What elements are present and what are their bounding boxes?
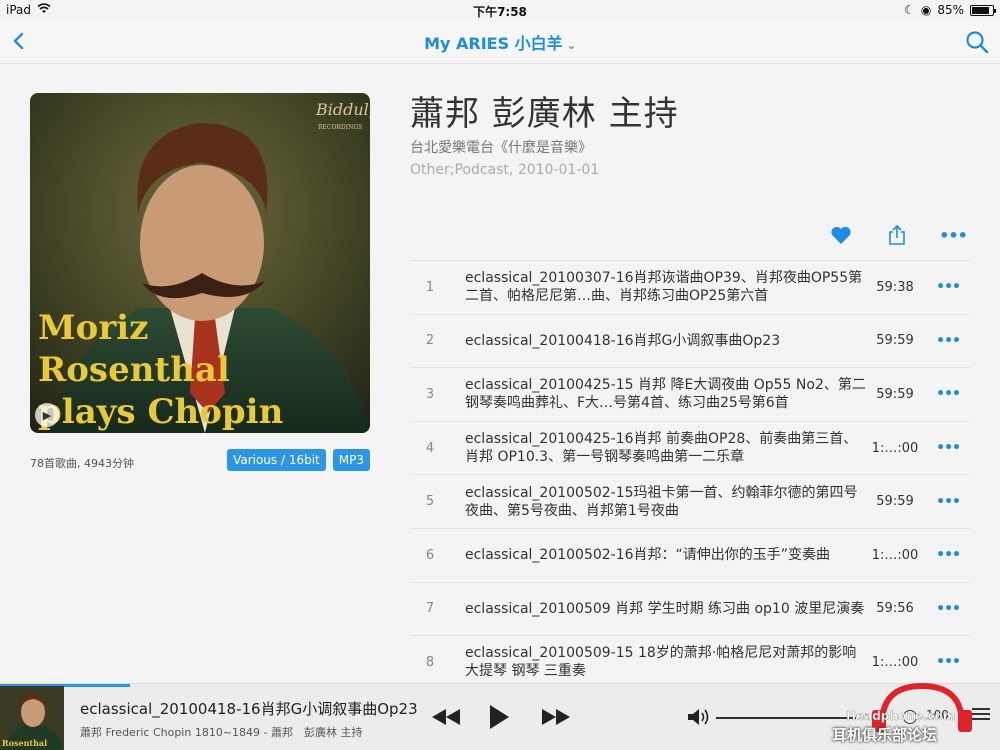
rewind-icon bbox=[432, 709, 460, 725]
share-icon bbox=[889, 224, 905, 245]
format-badges: Various / 16bit MP3 bbox=[227, 449, 370, 471]
nav-bar: My ARIES 小白羊 ⌄ bbox=[0, 20, 1000, 64]
play-icon: ▶ bbox=[42, 408, 52, 422]
label-logo-sub: RECORDINGS bbox=[318, 124, 362, 131]
volume-thumb[interactable] bbox=[903, 710, 917, 724]
track-duration: 59:59 bbox=[876, 386, 914, 402]
cover-line-1: Moriz bbox=[38, 308, 148, 348]
more-icon[interactable]: ••• bbox=[936, 261, 961, 314]
track-duration: 59:59 bbox=[876, 333, 914, 349]
search-button[interactable] bbox=[964, 29, 990, 55]
track-title: eclassical_20100502-15玛祖卡第一首、约翰菲尔德的第四号夜曲… bbox=[465, 484, 858, 519]
track-number: 5 bbox=[425, 494, 435, 510]
next-button[interactable] bbox=[538, 702, 574, 732]
album-artist: 台北愛樂電台《什麼是音樂》 bbox=[410, 140, 592, 156]
svg-text:Rosenthal: Rosenthal bbox=[2, 738, 47, 748]
track-number: 7 bbox=[425, 601, 435, 617]
now-playing-artist: 蕭邦 Frederic Chopin 1810~1849 - 蕭邦 彭廣林 主持 bbox=[80, 726, 363, 739]
more-icon[interactable]: ••• bbox=[936, 583, 961, 636]
more-icon[interactable]: ••• bbox=[936, 422, 961, 475]
heart-icon bbox=[831, 226, 851, 244]
now-playing-title: eclassical_20100418-16肖邦G小调叙事曲Op23 bbox=[80, 700, 418, 718]
volume-slider[interactable] bbox=[716, 717, 856, 719]
track-row[interactable]: 2 eclassical_20100418-16肖邦G小调叙事曲Op23 59:59… bbox=[410, 313, 970, 368]
track-row[interactable]: 5 eclassical_20100502-15玛祖卡第一首、约翰菲尔德的第四号夜… bbox=[410, 474, 970, 528]
volume-value: 100 bbox=[926, 708, 949, 722]
track-title: eclassical_20100509 肖邦 学生时期 练习曲 op10 波里尼… bbox=[465, 600, 865, 617]
track-title: eclassical_20100502-16肖邦：“请伸出你的玉手”变奏曲 bbox=[465, 547, 831, 564]
orientation-lock-icon: ◉ bbox=[920, 3, 932, 17]
watermark-text: 耳机俱乐部论坛 bbox=[832, 726, 938, 744]
label-logo: Biddulph bbox=[315, 100, 370, 119]
track-title: eclassical_20100425-15 肖邦 降E大调夜曲 Op55 No… bbox=[465, 377, 866, 412]
more-icon[interactable]: ••• bbox=[936, 529, 961, 582]
more-icon[interactable]: ••• bbox=[936, 368, 961, 421]
album-more-button[interactable]: ••• bbox=[939, 222, 968, 248]
track-title: eclassical_20100509-15 18岁的萧邦·帕格尼尼对萧邦的影响… bbox=[465, 645, 870, 680]
play-icon bbox=[490, 705, 509, 729]
cover-play-button[interactable]: ▶ bbox=[35, 403, 59, 427]
album-meta: Other;Podcast, 2010-01-01 bbox=[410, 162, 600, 178]
track-title: eclassical_20100307-16肖邦诙谐曲OP39、肖邦夜曲OP55… bbox=[465, 270, 863, 305]
track-duration: 1:…:00 bbox=[871, 547, 919, 563]
track-row[interactable]: 3 eclassical_20100425-15 肖邦 降E大调夜曲 Op55 N… bbox=[410, 367, 970, 421]
status-time: 下午7:58 bbox=[473, 5, 527, 19]
track-title: eclassical_20100425-16肖邦 前奏曲OP28、前奏曲第三首、… bbox=[465, 431, 858, 466]
cover-line-3: plays Chopin bbox=[38, 392, 283, 432]
device-selector[interactable]: My ARIES 小白羊 ⌄ bbox=[0, 30, 1000, 54]
track-duration: 59:38 bbox=[876, 279, 914, 295]
format-badge: Various / 16bit bbox=[227, 449, 326, 471]
track-row[interactable]: 1 eclassical_20100307-16肖邦诙谐曲OP39、肖邦夜曲OP5… bbox=[410, 260, 970, 314]
track-number: 3 bbox=[425, 386, 435, 402]
favorite-button[interactable] bbox=[828, 222, 854, 248]
track-duration: 59:56 bbox=[876, 601, 914, 617]
nav-title: My ARIES 小白羊 bbox=[424, 34, 563, 53]
now-playing-cover[interactable]: Rosenthal bbox=[0, 686, 64, 750]
volume-icon[interactable] bbox=[686, 706, 712, 728]
more-icon[interactable]: ••• bbox=[936, 475, 961, 528]
track-row[interactable]: 8 eclassical_20100509-15 18岁的萧邦·帕格尼尼对萧邦的影… bbox=[410, 635, 970, 689]
format-badge: MP3 bbox=[332, 449, 370, 471]
track-number: 8 bbox=[425, 654, 435, 670]
track-number: 4 bbox=[425, 440, 435, 456]
album-actions: ••• bbox=[828, 222, 968, 248]
play-button[interactable] bbox=[484, 701, 514, 733]
track-duration: 1:…:00 bbox=[871, 440, 919, 456]
track-number: 1 bbox=[425, 279, 435, 295]
chevron-down-icon: ⌄ bbox=[566, 39, 576, 52]
track-row[interactable]: 6 eclassical_20100502-16肖邦：“请伸出你的玉手”变奏曲 1:… bbox=[410, 527, 970, 582]
track-row[interactable]: 4 eclassical_20100425-16肖邦 前奏曲OP28、前奏曲第三首… bbox=[410, 420, 970, 475]
track-number: 6 bbox=[425, 547, 435, 563]
search-icon bbox=[966, 31, 989, 54]
queue-button[interactable] bbox=[972, 708, 990, 724]
album-cover[interactable]: Biddulph RECORDINGS Moriz Rosenthal play… bbox=[30, 93, 370, 433]
track-duration: 1:…:00 bbox=[871, 654, 919, 670]
battery-percent: 85% bbox=[937, 3, 964, 17]
album-title: 蕭邦 彭廣林 主持 bbox=[410, 94, 679, 134]
more-icon[interactable]: ••• bbox=[936, 636, 961, 689]
moon-icon: ☾ bbox=[904, 3, 915, 17]
more-icon: ••• bbox=[939, 225, 968, 245]
track-title: eclassical_20100418-16肖邦G小调叙事曲Op23 bbox=[465, 332, 781, 349]
share-button[interactable] bbox=[884, 222, 910, 248]
fast-forward-icon bbox=[542, 709, 570, 725]
track-list: 1 eclassical_20100307-16肖邦诙谐曲OP39、肖邦夜曲OP5… bbox=[410, 260, 970, 689]
track-number: 2 bbox=[425, 333, 435, 349]
battery-icon bbox=[970, 4, 996, 16]
album-summary: 78首歌曲, 4943分钟 bbox=[30, 457, 134, 470]
status-bar: iPad 下午7:58 ☾ ◉ 85% bbox=[0, 0, 1000, 20]
track-duration: 59:59 bbox=[876, 494, 914, 510]
cover-line-2: Rosenthal bbox=[38, 350, 230, 390]
previous-button[interactable] bbox=[428, 702, 464, 732]
more-icon[interactable]: ••• bbox=[936, 315, 961, 368]
track-row[interactable]: 7 eclassical_20100509 肖邦 学生时期 练习曲 op10 波里… bbox=[410, 581, 970, 636]
